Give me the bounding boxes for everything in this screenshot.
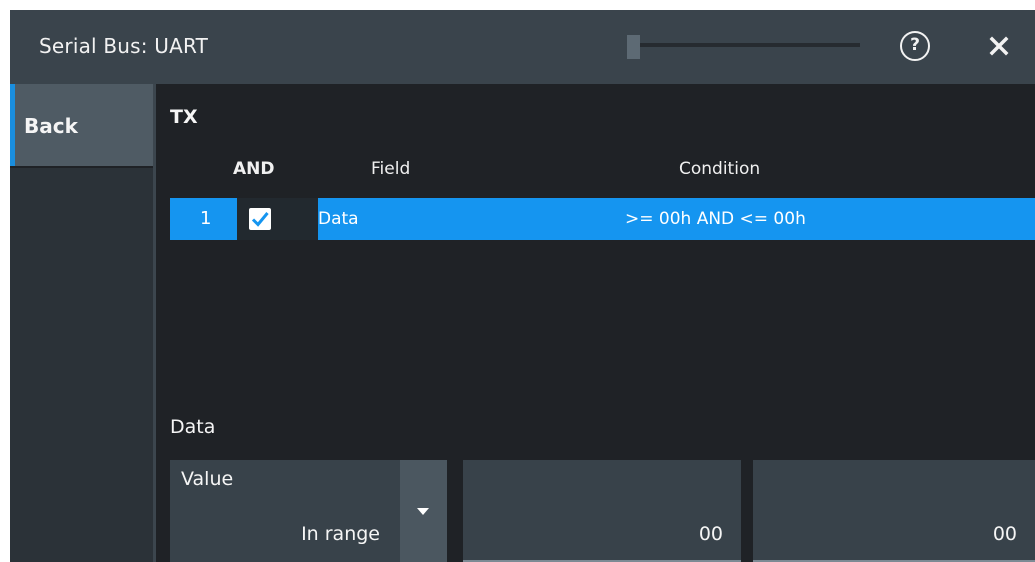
- value-select[interactable]: Value In range: [170, 460, 400, 562]
- column-header-field: Field: [371, 159, 411, 179]
- column-header-and: AND: [233, 159, 275, 179]
- max-value-field[interactable]: 00: [753, 460, 1035, 562]
- and-checkbox-cell[interactable]: [237, 198, 318, 240]
- title-bar: Serial Bus: UART ?: [10, 10, 1035, 84]
- transparency-slider-track[interactable]: [628, 43, 860, 47]
- close-icon-graphic: [989, 36, 1009, 56]
- tx-section-title: TX: [170, 106, 198, 128]
- max-value: 00: [992, 523, 1017, 545]
- close-icon[interactable]: [984, 31, 1014, 61]
- uart-dialog: Serial Bus: UART ? Back TX AND Field Con…: [10, 10, 1035, 562]
- transparency-slider-handle[interactable]: [627, 35, 640, 59]
- row-condition: >= 00h AND <= 00h: [625, 209, 806, 229]
- sidebar: Back: [10, 84, 153, 562]
- dialog-title: Serial Bus: UART: [39, 34, 209, 58]
- min-value: 00: [698, 523, 723, 545]
- value-dropdown-button[interactable]: [400, 460, 447, 562]
- and-checkbox[interactable]: [249, 208, 271, 230]
- checkmark-icon: [251, 212, 269, 227]
- min-value-field[interactable]: 00: [463, 460, 741, 562]
- row-index: 1: [200, 208, 212, 229]
- back-button-label: Back: [24, 114, 78, 138]
- sidebar-divider: [10, 166, 153, 168]
- chevron-down-icon: [417, 508, 429, 515]
- value-select-current: In range: [301, 523, 380, 545]
- row-field: Data: [318, 209, 359, 229]
- back-button[interactable]: Back: [10, 84, 153, 166]
- sidebar-edge: [153, 84, 156, 562]
- data-section-title: Data: [170, 416, 216, 438]
- table-row[interactable]: 1 Data >= 00h AND <= 00h: [170, 198, 1035, 240]
- value-select-label: Value: [181, 468, 234, 490]
- help-icon[interactable]: ?: [900, 31, 930, 61]
- back-button-accent: [10, 84, 15, 166]
- column-header-condition: Condition: [679, 159, 761, 179]
